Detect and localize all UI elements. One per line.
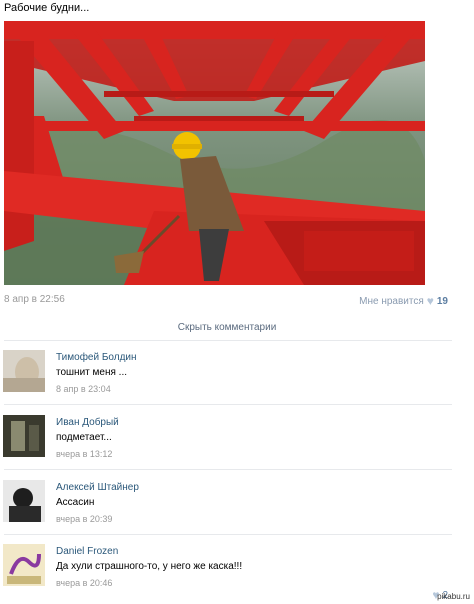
hide-comments-link[interactable]: Скрыть комментарии <box>0 322 454 333</box>
like-label: Мне нравится <box>359 295 424 307</box>
avatar[interactable] <box>3 415 45 457</box>
divider <box>4 404 452 405</box>
divider <box>4 469 452 470</box>
comment-item: Алексей Штайнер Ассасин вчера в 20:39 <box>0 480 474 540</box>
like-button[interactable]: Мне нравится ♥ 19 <box>359 294 448 308</box>
post-date[interactable]: 8 апр в 22:56 <box>4 294 65 305</box>
comment-item: Тимофей Болдин тошнит меня ... 8 апр в 2… <box>0 350 474 410</box>
avatar[interactable] <box>3 350 45 392</box>
comment-date[interactable]: вчера в 13:12 <box>56 449 112 459</box>
comment-item: Иван Добрый подметает... вчера в 13:12 <box>0 415 474 475</box>
divider <box>4 534 452 535</box>
avatar[interactable] <box>3 480 45 522</box>
comment-author[interactable]: Иван Добрый <box>56 417 119 428</box>
comment-date[interactable]: вчера в 20:46 <box>56 578 112 588</box>
comment-text: Да хули страшного-то, у него же каска!!! <box>56 561 243 572</box>
post-meta: 8 апр в 22:56 Мне нравится ♥ 19 <box>4 294 448 308</box>
comment-text: тошнит меня ... <box>56 367 128 378</box>
heart-icon: ♥ <box>426 294 434 308</box>
like-count: 19 <box>436 295 448 307</box>
watermark: pikabu.ru <box>437 592 470 601</box>
comment-text: подметает... <box>56 432 112 443</box>
divider <box>4 340 452 341</box>
comment-item: Daniel Frozen Да хули страшного-то, у не… <box>0 544 474 604</box>
avatar[interactable] <box>3 544 45 586</box>
comment-author[interactable]: Алексей Штайнер <box>56 482 139 493</box>
comment-date[interactable]: вчера в 20:39 <box>56 514 112 524</box>
post-photo[interactable] <box>4 21 425 285</box>
comment-date[interactable]: 8 апр в 23:04 <box>56 384 111 394</box>
comment-text: Ассасин <box>56 497 95 508</box>
comment-author[interactable]: Тимофей Болдин <box>56 352 137 363</box>
comment-author[interactable]: Daniel Frozen <box>56 546 118 557</box>
post-text: Рабочие будни... <box>4 2 90 14</box>
